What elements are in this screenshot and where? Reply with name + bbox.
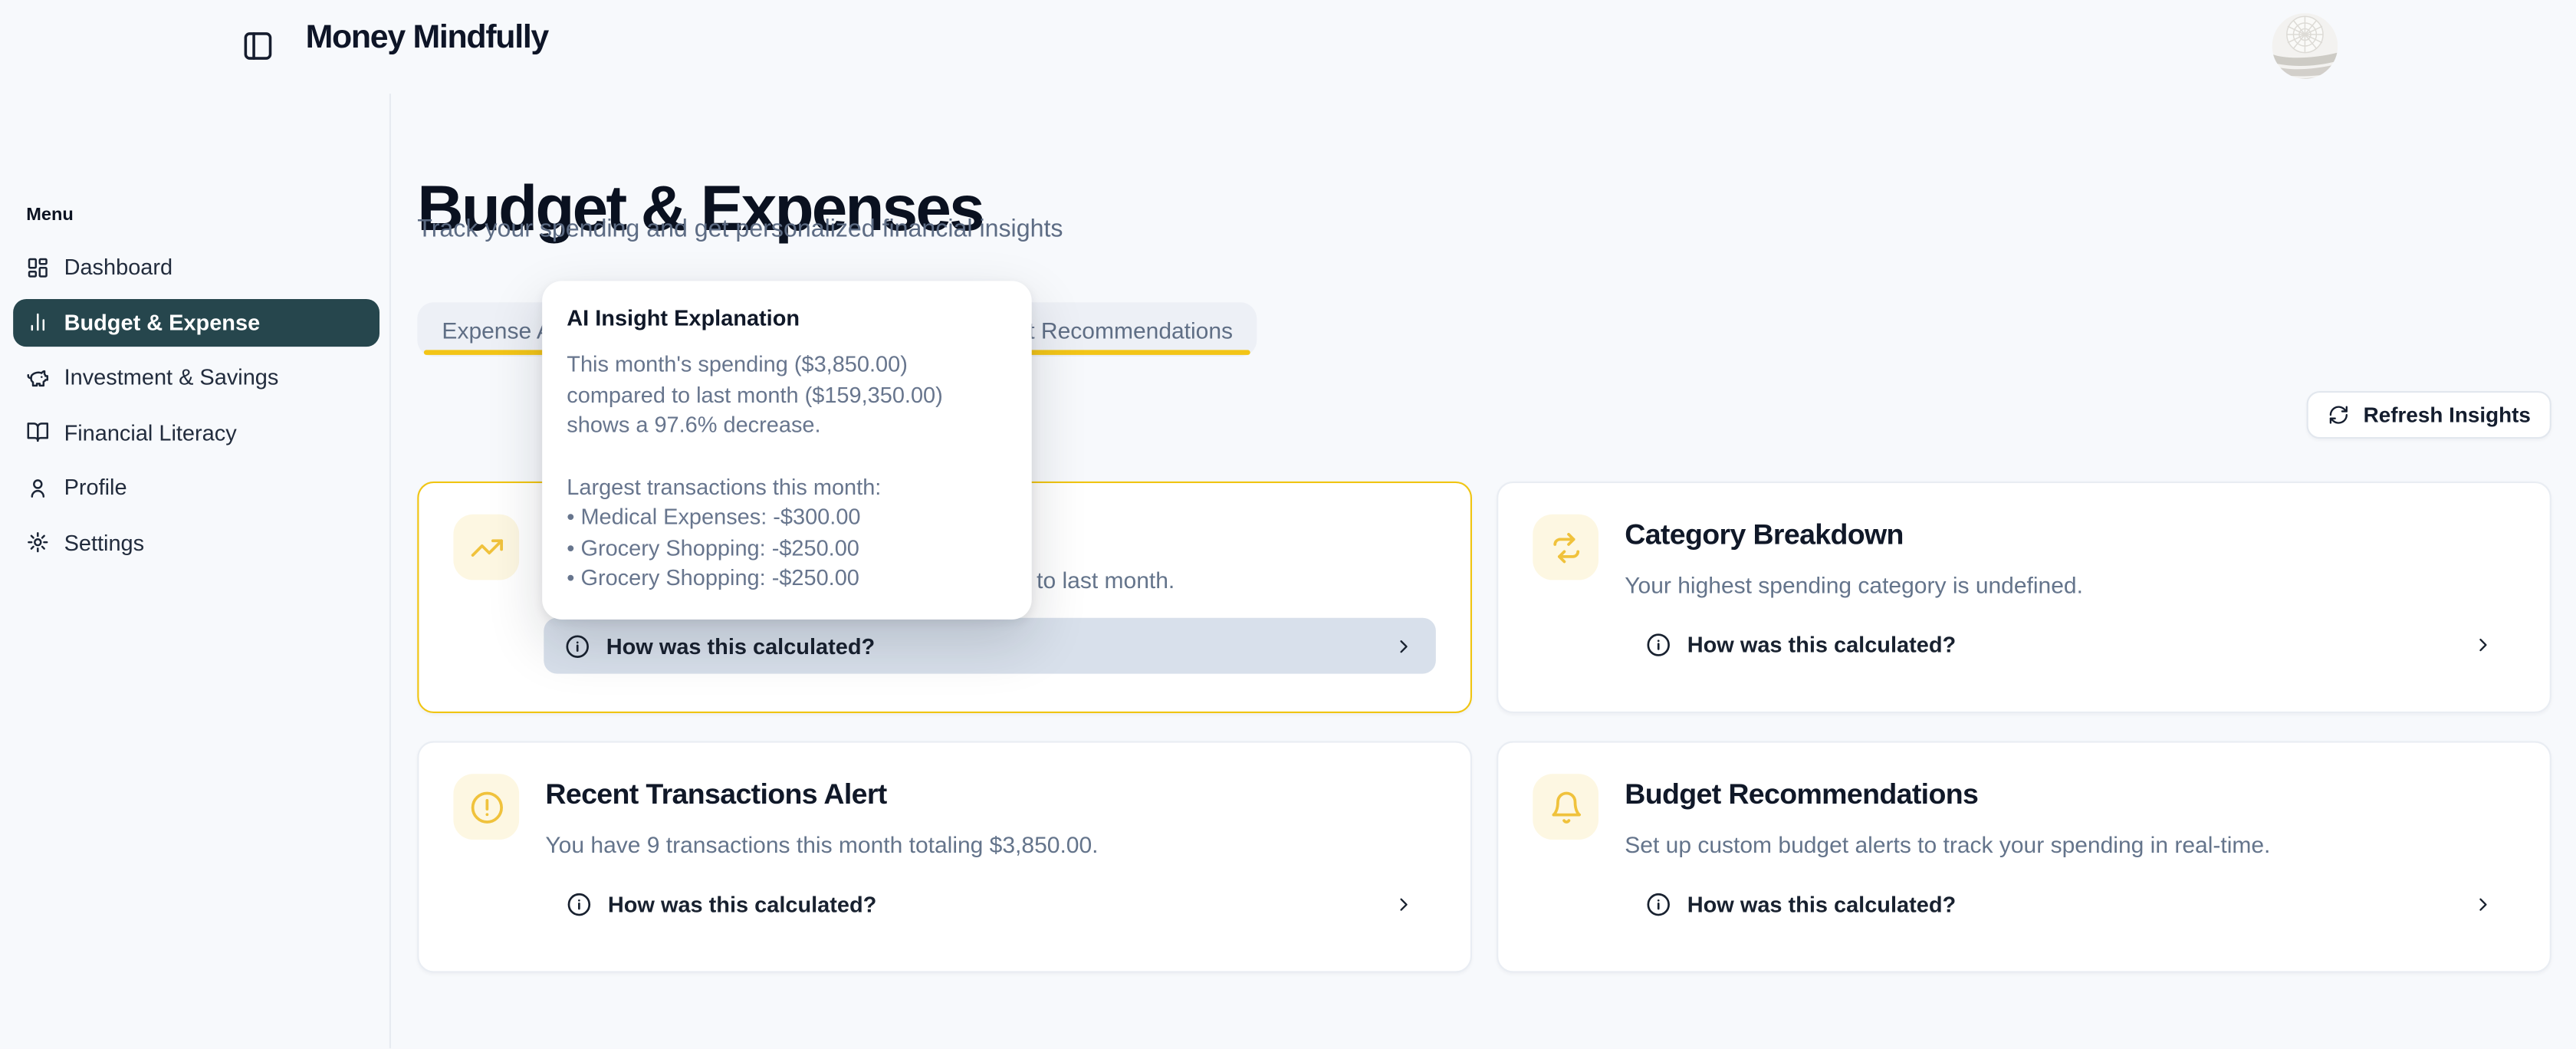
chevron-right-icon	[1393, 893, 1414, 915]
popup-title: AI Insight Explanation	[567, 306, 1007, 330]
sidebar: Menu Dashboard Budget & Expense Investme…	[0, 94, 391, 1048]
info-icon	[565, 633, 590, 658]
sidebar-item-label: Settings	[64, 530, 145, 554]
sidebar-nav: Dashboard Budget & Expense Investment & …	[13, 243, 380, 574]
chevron-right-icon	[2472, 893, 2494, 915]
spending-trend-description-fragment: to last month.	[1037, 567, 1175, 593]
trending-up-icon	[453, 515, 519, 580]
refresh-insights-button[interactable]: Refresh Insights	[2307, 391, 2551, 439]
sidebar-item-label: Investment & Savings	[64, 365, 279, 390]
sidebar-section-label: Menu	[26, 206, 74, 225]
refresh-insights-label: Refresh Insights	[2364, 403, 2531, 427]
how-calculated-label: How was this calculated?	[608, 892, 876, 916]
sidebar-item-label: Dashboard	[64, 255, 173, 279]
how-calculated-row[interactable]: How was this calculated?	[544, 618, 1436, 674]
sidebar-item-settings[interactable]: Settings	[13, 518, 380, 566]
card-description: You have 9 transactions this month total…	[545, 831, 1435, 857]
info-icon	[1646, 632, 1671, 656]
app-title: Money Mindfully	[306, 20, 548, 58]
sidebar-item-investment-savings[interactable]: Investment & Savings	[13, 354, 380, 401]
book-open-icon	[26, 421, 49, 444]
info-icon	[567, 892, 591, 916]
popup-paragraph-summary: This month's spending ($3,850.00) compar…	[567, 350, 1007, 441]
app-window: Money Mindfully Menu	[0, 0, 2576, 1048]
sidebar-item-dashboard[interactable]: Dashboard	[13, 243, 380, 291]
card-description: Set up custom budget alerts to track you…	[1625, 831, 2515, 857]
dashboard-icon	[26, 255, 49, 278]
sidebar-toggle-button[interactable]	[242, 30, 274, 63]
category-breakdown-card: Category Breakdown Your highest spending…	[1497, 482, 2551, 713]
piggy-bank-icon	[26, 366, 49, 389]
bar-chart-icon	[26, 311, 49, 334]
alert-circle-icon	[453, 774, 519, 840]
info-icon	[1646, 892, 1671, 916]
sidebar-item-label: Budget & Expense	[64, 310, 261, 334]
popup-paragraph-transactions: Largest transactions this month: • Medic…	[567, 472, 1007, 594]
card-title: Budget Recommendations	[1625, 778, 2515, 812]
ai-insight-popup: AI Insight Explanation This month's spen…	[542, 281, 1032, 619]
card-title: Category Breakdown	[1625, 518, 2515, 552]
card-title: Recent Transactions Alert	[545, 778, 1435, 812]
card-description: Your highest spending category is undefi…	[1625, 572, 2515, 598]
top-header: Money Mindfully	[0, 0, 2576, 94]
how-calculated-row[interactable]: How was this calculated?	[1625, 617, 2515, 672]
bell-icon	[1533, 774, 1598, 840]
user-icon	[26, 475, 49, 498]
gear-icon	[26, 531, 49, 554]
how-calculated-label: How was this calculated?	[1687, 892, 1956, 916]
how-calculated-row[interactable]: How was this calculated?	[545, 876, 1435, 932]
chevron-right-icon	[1393, 635, 1414, 656]
page-subtitle: Track your spending and get personalized…	[417, 215, 1063, 243]
how-calculated-label: How was this calculated?	[606, 633, 875, 658]
how-calculated-row[interactable]: How was this calculated?	[1625, 876, 2515, 932]
repeat-icon	[1533, 515, 1598, 580]
sidebar-item-profile[interactable]: Profile	[13, 463, 380, 511]
chevron-right-icon	[2472, 633, 2494, 655]
user-avatar[interactable]	[2272, 13, 2338, 79]
panel-left-icon	[242, 30, 274, 63]
sidebar-item-budget-expense[interactable]: Budget & Expense	[13, 298, 380, 346]
sidebar-item-financial-literacy[interactable]: Financial Literacy	[13, 409, 380, 456]
sidebar-item-label: Financial Literacy	[64, 420, 237, 445]
refresh-icon	[2327, 404, 2348, 426]
how-calculated-label: How was this calculated?	[1687, 632, 1956, 656]
recent-transactions-card: Recent Transactions Alert You have 9 tra…	[417, 741, 1472, 972]
sidebar-item-label: Profile	[64, 475, 127, 499]
budget-recommendations-card: Budget Recommendations Set up custom bud…	[1497, 741, 2551, 972]
